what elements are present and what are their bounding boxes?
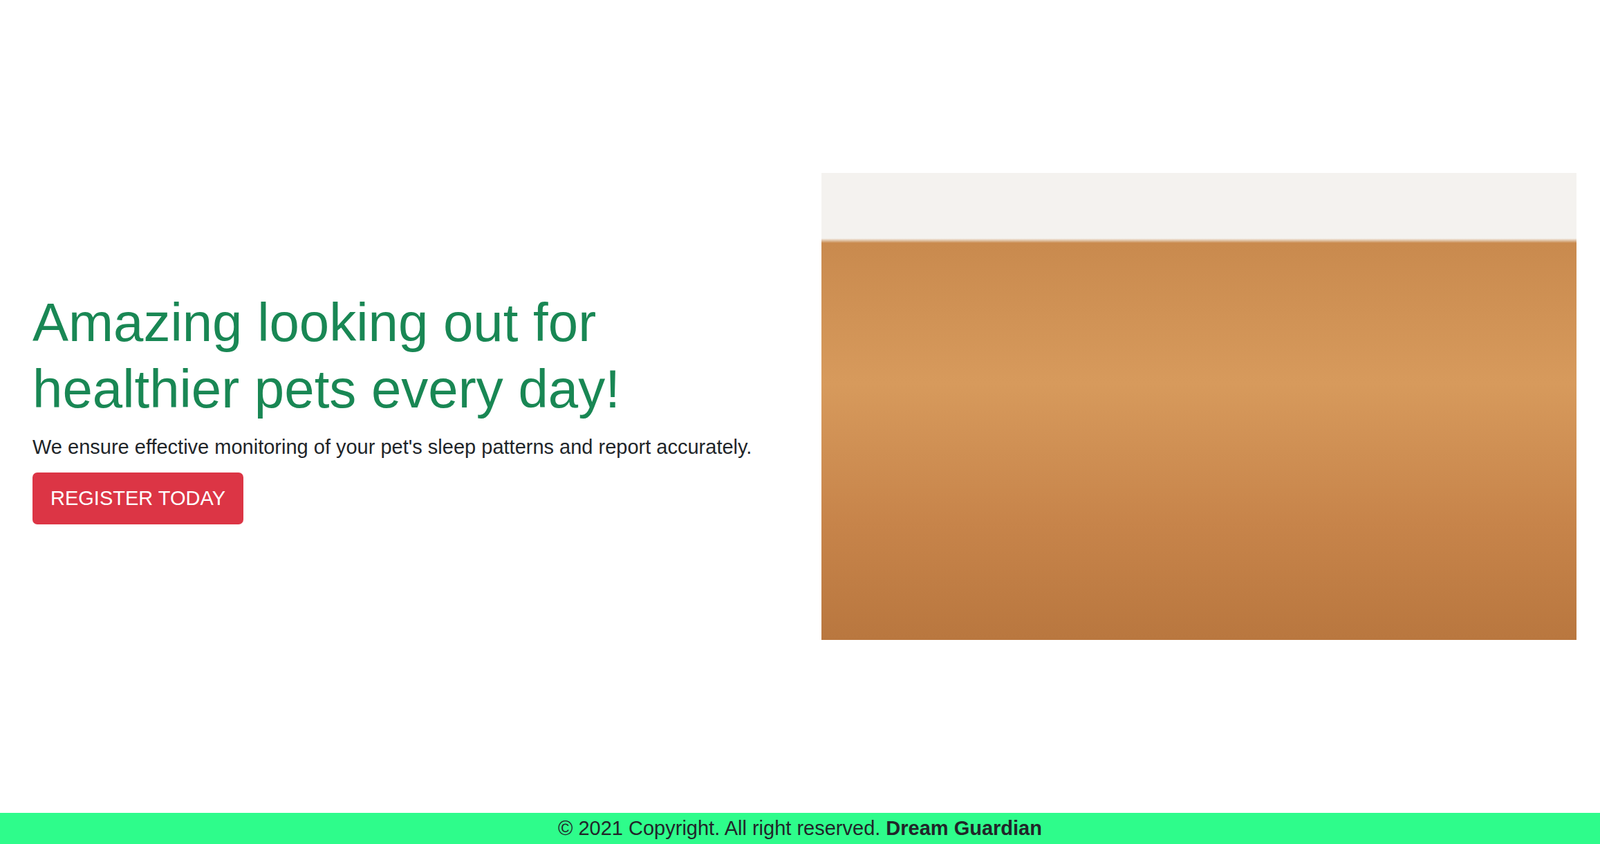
footer: © 2021 Copyright. All right reserved.Dre… <box>0 812 1600 844</box>
register-button[interactable]: REGISTER TODAY <box>32 472 244 525</box>
copyright-text: © 2021 Copyright. All right reserved. <box>557 816 881 840</box>
hero-title: Amazing looking out for healthier pets e… <box>32 289 789 422</box>
page: Amazing looking out for healthier pets e… <box>0 0 1600 844</box>
hero-subtitle: We ensure effective monitoring of your p… <box>32 434 752 460</box>
hero-section: Amazing looking out for healthier pets e… <box>0 0 1600 813</box>
hero-text: Amazing looking out for healthier pets e… <box>32 289 789 525</box>
dog-photo <box>821 172 1578 640</box>
footer-brand: Dream Guardian <box>885 816 1043 840</box>
